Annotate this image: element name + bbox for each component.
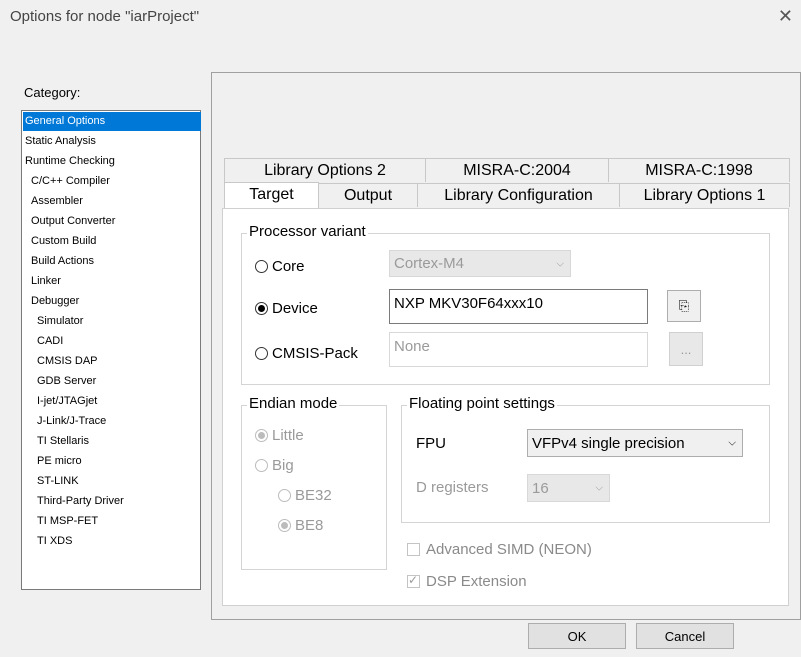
device-label: Device — [272, 300, 318, 317]
category-item-ti-msp-fet[interactable]: TI MSP-FET — [23, 512, 98, 531]
floating-point-group — [401, 405, 770, 523]
core-label: Core — [272, 258, 305, 275]
core-select-value: Cortex-M4 — [394, 255, 465, 272]
advanced-simd-option[interactable]: Advanced SIMD (NEON) — [407, 541, 592, 558]
be8-radio-option[interactable]: BE8 — [278, 517, 323, 534]
category-item-simulator[interactable]: Simulator — [23, 312, 83, 331]
category-item-pe-micro[interactable]: PE micro — [23, 452, 82, 471]
tab-target[interactable]: Target — [224, 182, 319, 208]
tab-output[interactable]: Output — [318, 183, 418, 207]
tab-library-options-1[interactable]: Library Options 1 — [619, 183, 790, 207]
category-label: Category: — [24, 85, 81, 100]
category-item-linker[interactable]: Linker — [23, 272, 61, 291]
cancel-button[interactable]: Cancel — [636, 623, 734, 649]
device-field[interactable]: NXP MKV30F64xxx10 — [389, 289, 648, 324]
category-item-cadi[interactable]: CADI — [23, 332, 63, 351]
be32-radio[interactable] — [278, 489, 291, 502]
d-registers-select[interactable]: 16 ⌵ — [527, 474, 610, 502]
chevron-down-icon: ⌵ — [728, 437, 736, 449]
cmsis-pack-field[interactable]: None — [389, 332, 648, 367]
be8-radio[interactable] — [278, 519, 291, 532]
big-radio-option[interactable]: Big — [255, 457, 294, 474]
dsp-extension-label: DSP Extension — [426, 573, 527, 590]
chevron-down-icon: ⌵ — [595, 482, 603, 494]
cmsis-pack-radio[interactable] — [255, 347, 268, 360]
be8-label: BE8 — [295, 517, 324, 534]
category-item-gdb-server[interactable]: GDB Server — [23, 372, 96, 391]
category-item-output-converter[interactable]: Output Converter — [23, 212, 115, 231]
close-icon[interactable]: ✕ — [778, 6, 793, 27]
big-label: Big — [272, 457, 294, 474]
advanced-simd-checkbox[interactable] — [407, 543, 420, 556]
fpu-select[interactable]: VFPv4 single precision ⌵ — [527, 429, 743, 457]
little-radio[interactable] — [255, 429, 268, 442]
category-item-static-analysis[interactable]: Static Analysis — [23, 132, 96, 151]
category-item-cpp-compiler[interactable]: C/C++ Compiler — [23, 172, 110, 191]
tab-library-options-2[interactable]: Library Options 2 — [224, 158, 426, 182]
category-item-debugger[interactable]: Debugger — [23, 292, 79, 311]
be32-radio-option[interactable]: BE32 — [278, 487, 332, 504]
little-label: Little — [272, 427, 304, 444]
device-select-button[interactable]: ⎘ — [667, 290, 701, 322]
cmsis-pack-label: CMSIS-Pack — [272, 345, 358, 362]
category-item-assembler[interactable]: Assembler — [23, 192, 83, 211]
be32-label: BE32 — [295, 487, 332, 504]
fpu-label: FPU — [416, 435, 446, 452]
device-radio-option[interactable]: Device — [255, 300, 318, 317]
d-registers-label: D registers — [416, 479, 489, 496]
chevron-down-icon: ⌵ — [556, 258, 564, 269]
category-item-ijet-jtagjet[interactable]: I-jet/JTAGjet — [23, 392, 97, 411]
big-radio[interactable] — [255, 459, 268, 472]
category-item-st-link[interactable]: ST-LINK — [23, 472, 79, 491]
cmsis-pack-radio-option[interactable]: CMSIS-Pack — [255, 345, 358, 362]
core-radio[interactable] — [255, 260, 268, 273]
tab-misra-c-1998[interactable]: MISRA-C:1998 — [608, 158, 790, 182]
core-radio-option[interactable]: Core — [255, 258, 305, 275]
category-list[interactable]: General Options Static Analysis Runtime … — [21, 110, 201, 590]
category-item-ti-stellaris[interactable]: TI Stellaris — [23, 432, 89, 451]
device-radio[interactable] — [255, 302, 268, 315]
little-radio-option[interactable]: Little — [255, 427, 304, 444]
tab-library-configuration[interactable]: Library Configuration — [417, 183, 620, 207]
window-title: Options for node "iarProject" — [10, 8, 200, 25]
dsp-extension-checkbox[interactable] — [407, 573, 420, 588]
dsp-extension-option[interactable]: DSP Extension — [407, 573, 527, 590]
fpu-select-value: VFPv4 single precision — [532, 434, 685, 452]
endian-mode-label: Endian mode — [247, 395, 340, 412]
category-item-custom-build[interactable]: Custom Build — [23, 232, 96, 251]
core-select[interactable]: Cortex-M4 ⌵ — [389, 250, 571, 277]
category-item-third-party-driver[interactable]: Third-Party Driver — [23, 492, 124, 511]
category-item-general-options[interactable]: General Options — [23, 112, 201, 131]
ok-button[interactable]: OK — [528, 623, 626, 649]
device-select-icon: ⎘ — [678, 298, 690, 313]
category-item-build-actions[interactable]: Build Actions — [23, 252, 94, 271]
tab-misra-c-2004[interactable]: MISRA-C:2004 — [425, 158, 609, 182]
cmsis-pack-browse-button[interactable]: ... — [669, 332, 703, 366]
category-item-ti-xds[interactable]: TI XDS — [23, 532, 72, 551]
floating-point-label: Floating point settings — [407, 395, 557, 412]
category-item-runtime-checking[interactable]: Runtime Checking — [23, 152, 115, 171]
category-item-jlink-jtrace[interactable]: J-Link/J-Trace — [23, 412, 106, 431]
category-item-cmsis-dap[interactable]: CMSIS DAP — [23, 352, 98, 371]
processor-variant-label: Processor variant — [247, 223, 368, 240]
advanced-simd-label: Advanced SIMD (NEON) — [426, 541, 592, 558]
d-registers-value: 16 — [532, 479, 549, 497]
